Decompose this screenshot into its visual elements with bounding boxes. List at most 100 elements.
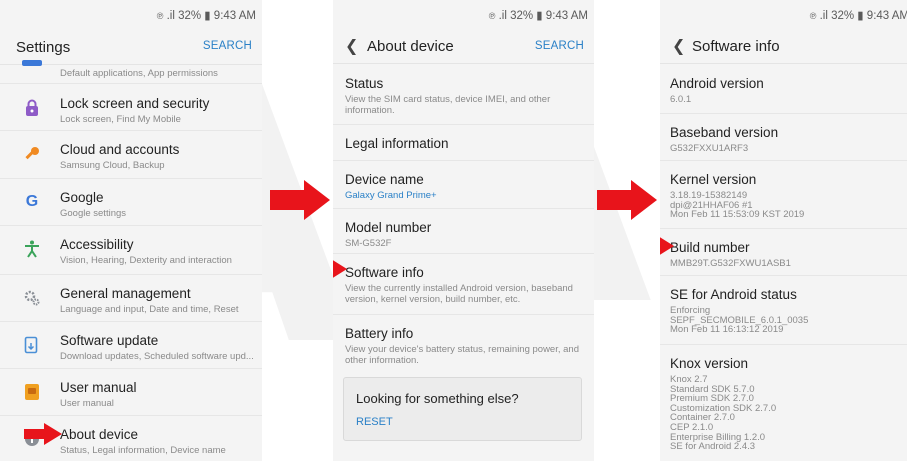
settings-item-subtitle: Samsung Cloud, Backup xyxy=(60,160,165,171)
software-item-value: 3.18.19-15382149 dpi@21HHAF06 #1 Mon Feb 1… xyxy=(670,191,804,220)
about-item-text: Battery info View your device's battery s… xyxy=(345,326,580,366)
software-item-value: 6.0.1 xyxy=(670,95,764,105)
about-item-status[interactable]: Status View the SIM card status, device I… xyxy=(333,64,594,125)
about-item-title: Software info xyxy=(345,265,424,280)
settings-item-text: Cloud and accounts Samsung Cloud, Backup xyxy=(60,142,179,171)
settings-item-subtitle: Lock screen, Find My Mobile xyxy=(60,114,181,125)
accessibility-icon xyxy=(22,239,42,259)
page-title: Software info xyxy=(692,38,780,55)
settings-item-cloud-and-accounts[interactable]: Cloud and accounts Samsung Cloud, Backup xyxy=(0,130,262,179)
software-item-value-line: Mon Feb 11 15:53:09 KST 2019 xyxy=(670,209,805,221)
settings-item-title: Lock screen and security xyxy=(60,96,210,111)
status-text: ℗ .il 32% ▮ 9:43 AM xyxy=(156,10,256,22)
reset-link[interactable]: RESET xyxy=(356,416,393,428)
red-arrow-icon xyxy=(660,237,674,255)
about-item-title: Legal information xyxy=(345,136,449,151)
software-item-knox-version: Knox version Knox 2.7 Standard SDK 5.7.0 Pr… xyxy=(660,344,907,461)
software-app-bar: ❮ Software info xyxy=(660,30,907,64)
looking-for-else-card: Looking for something else? RESET xyxy=(343,377,582,441)
settings-item-title: General management xyxy=(60,286,191,301)
software-item-title: SE for Android status xyxy=(670,287,797,302)
settings-item-text: User manual User manual xyxy=(60,380,137,409)
about-item-subtitle: View the currently installed Android ver… xyxy=(345,283,573,305)
about-item-text: Legal information xyxy=(345,136,580,151)
about-item-legal-information[interactable]: Legal information xyxy=(333,124,594,161)
software-item-value: Enforcing SEPF_SECMOBILE_6.0.1_0035 Mon Fe… xyxy=(670,306,808,335)
settings-item-text: Lock screen and security Lock screen, Fin… xyxy=(60,96,209,125)
red-arrow-icon xyxy=(597,180,657,220)
key-icon xyxy=(22,144,42,164)
about-item-subtitle: Galaxy Grand Prime+ xyxy=(345,190,437,201)
settings-item-title: Google xyxy=(60,190,104,205)
software-item-value-line: G532FXXU1ARF3 xyxy=(670,143,749,154)
software-item-value-line: MMB29T.G532FXWU1ASB1 xyxy=(670,258,791,269)
software-item-value-line: Mon Feb 11 16:13:12 2019 xyxy=(670,324,784,336)
software-item-title: Knox version xyxy=(670,356,749,371)
about-item-subtitle: View the SIM card status, device IMEI, a… xyxy=(345,94,551,116)
settings-item-text: Accessibility Vision, Hearing, Dexterity … xyxy=(60,237,232,266)
partial-item-subtitle: Default applications, App permissions xyxy=(60,68,218,79)
software-item-text: Knox version Knox 2.7 Standard SDK 5.7.0 Pr… xyxy=(670,356,776,452)
settings-item-text: Software update Download updates, Schedul… xyxy=(60,333,254,362)
page-title: About device xyxy=(367,38,454,55)
status-bar: ℗ .il 32% ▮ 9:43 AM xyxy=(660,0,907,30)
status-bar: ℗ .il 32% ▮ 9:43 AM xyxy=(333,0,594,30)
settings-item-subtitle: Vision, Hearing, Dexterity and interacti… xyxy=(60,255,232,266)
user-manual-icon xyxy=(22,382,42,402)
settings-item-title: User manual xyxy=(60,380,137,395)
software-item-text: Baseband version G532FXXU1ARF3 xyxy=(670,125,778,154)
about-item-device-name[interactable]: Device name Galaxy Grand Prime+ xyxy=(333,160,594,209)
software-item-build-number: Build number MMB29T.G532FXWU1ASB1 xyxy=(660,228,907,276)
page-title: Settings xyxy=(16,39,71,56)
list-item-partial[interactable]: Default applications, App permissions xyxy=(0,60,262,84)
back-arrow-icon[interactable]: ❮ xyxy=(345,36,358,56)
settings-item-general-management[interactable]: General management Language and input, Da… xyxy=(0,274,262,322)
software-item-value: Knox 2.7 Standard SDK 5.7.0 Premium SDK 2.… xyxy=(670,375,776,452)
settings-item-software-update[interactable]: Software update Download updates, Schedul… xyxy=(0,321,262,369)
about-item-software-info[interactable]: Software info View the currently installe… xyxy=(333,253,594,315)
about-item-title: Model number xyxy=(345,220,432,235)
settings-item-title: About device xyxy=(60,427,139,442)
settings-item-subtitle: User manual xyxy=(60,398,114,409)
settings-item-subtitle: Google settings xyxy=(60,208,127,219)
software-item-android-version: Android version 6.0.1 xyxy=(660,64,907,114)
red-arrow-icon xyxy=(24,423,62,445)
about-item-model-number[interactable]: Model number SM-G532F xyxy=(333,208,594,254)
search-button[interactable]: SEARCH xyxy=(535,40,584,52)
software-item-se-for-android-status: SE for Android status Enforcing SEPF_SECMO… xyxy=(660,275,907,345)
red-arrow-icon xyxy=(333,260,347,278)
settings-item-title: Cloud and accounts xyxy=(60,142,180,157)
apps-icon xyxy=(22,60,42,66)
about-item-battery-info[interactable]: Battery info View your device's battery s… xyxy=(333,314,594,368)
settings-item-text: Google Google settings xyxy=(60,190,126,219)
software-item-title: Kernel version xyxy=(670,172,757,187)
status-text: ℗ .il 32% ▮ 9:43 AM xyxy=(809,10,907,22)
software-item-title: Android version xyxy=(670,76,764,91)
software-item-kernel-version: Kernel version 3.18.19-15382149 dpi@21HHAF… xyxy=(660,160,907,229)
about-item-title: Battery info xyxy=(345,326,414,341)
search-button[interactable]: SEARCH xyxy=(203,40,252,52)
about-device-screen: ℗ .il 32% ▮ 9:43 AM ❮ About device SEARC… xyxy=(333,0,594,461)
settings-item-subtitle: Download updates, Scheduled software upd… xyxy=(60,351,254,362)
about-item-text: Software info View the currently installe… xyxy=(345,265,580,305)
software-info-screen: ℗ .il 32% ▮ 9:43 AM ❮ Software info Andr… xyxy=(660,0,907,461)
about-item-subtitle: View your device's battery status, remai… xyxy=(345,344,579,366)
settings-screen: ℗ .il 32% ▮ 9:43 AM Settings SEARCH Defa… xyxy=(0,0,262,461)
software-item-value: G532FXXU1ARF3 xyxy=(670,144,778,154)
about-item-title: Status xyxy=(345,76,384,91)
gears-icon xyxy=(22,288,42,308)
settings-item-subtitle: Language and input, Date and time, Reset xyxy=(60,304,239,315)
software-item-baseband-version: Baseband version G532FXXU1ARF3 xyxy=(660,113,907,161)
settings-item-title: Accessibility xyxy=(60,237,134,252)
settings-item-lock-screen-and-security[interactable]: Lock screen and security Lock screen, Fin… xyxy=(0,84,262,131)
settings-item-accessibility[interactable]: Accessibility Vision, Hearing, Dexterity … xyxy=(0,225,262,275)
software-item-value-line: SE for Android 2.4.3 xyxy=(670,441,756,453)
settings-item-google[interactable]: G Google Google settings xyxy=(0,178,262,226)
back-arrow-icon[interactable]: ❮ xyxy=(672,36,685,56)
about-item-text: Status View the SIM card status, device I… xyxy=(345,76,580,116)
settings-item-user-manual[interactable]: User manual User manual xyxy=(0,368,262,416)
software-item-text: Build number MMB29T.G532FXWU1ASB1 xyxy=(670,240,791,269)
lock-icon xyxy=(22,98,42,118)
status-bar: ℗ .il 32% ▮ 9:43 AM xyxy=(0,0,262,30)
settings-item-text: About device Status, Legal information, D… xyxy=(60,427,226,456)
